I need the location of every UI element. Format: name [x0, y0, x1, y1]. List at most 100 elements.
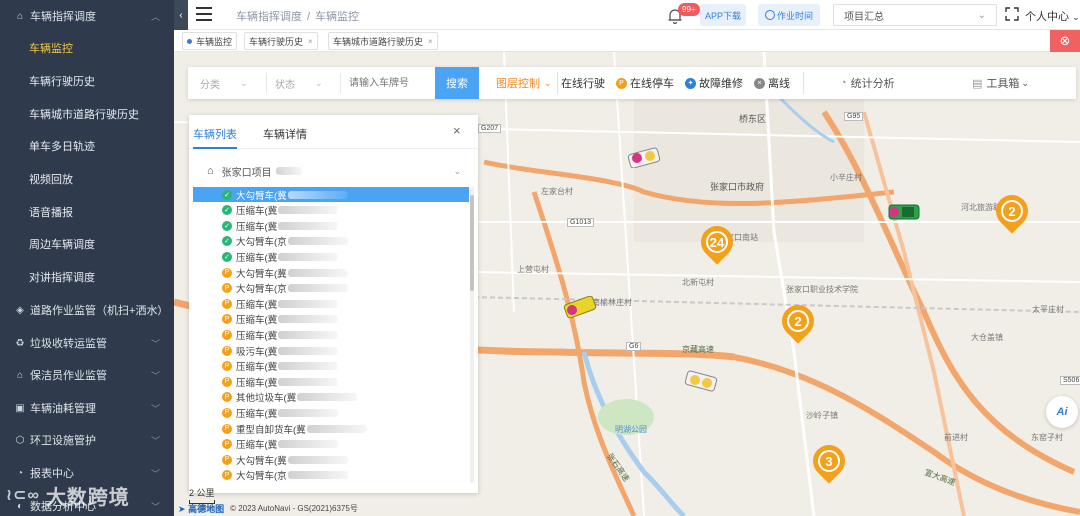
- tab-vehicle-history[interactable]: 车辆行驶历史 ×: [244, 32, 318, 50]
- nav-video-playback[interactable]: 视频回放: [0, 163, 174, 195]
- menu-toggle-icon[interactable]: [196, 7, 212, 21]
- nav-fuel-management[interactable]: ▣ 车辆油耗管理 ﹀: [0, 392, 174, 424]
- parking-icon: P: [222, 283, 232, 294]
- category-select[interactable]: 分类 ⌄: [200, 73, 248, 93]
- vehicle-list-item[interactable]: P 大勾臂车(冀: [193, 452, 469, 467]
- status-select[interactable]: 状态 ⌄: [266, 73, 323, 93]
- vehicle-list-item[interactable]: P 压缩车(冀: [193, 359, 469, 374]
- road-shield: G1013: [567, 218, 595, 227]
- vehicle-list-item[interactable]: ✓ 大勾臂车(京: [193, 234, 469, 249]
- nav-vehicle-history[interactable]: 车辆行驶历史: [0, 65, 174, 97]
- statistics-analysis-button[interactable]: ◔ 统计分析: [840, 75, 895, 91]
- watermark-logo-icon: ≀⊂∞: [6, 487, 40, 504]
- nav-intercom-dispatch[interactable]: 对讲指挥调度: [0, 261, 174, 293]
- user-center-menu[interactable]: 个人中心 ⌄: [1025, 8, 1080, 24]
- status-online-driving[interactable]: 在线行驶: [561, 75, 605, 91]
- status-offline[interactable]: × 离线: [754, 75, 790, 91]
- tree-root-project[interactable]: ⌂ 张家口项目 ⌄: [207, 163, 467, 179]
- close-circle-icon: ⊗: [1059, 33, 1071, 48]
- chevron-down-icon: ⌄: [240, 77, 248, 88]
- nav-facility-care[interactable]: ⬡ 环卫设施管护 ﹀: [0, 424, 174, 456]
- vehicle-list-item[interactable]: P 压缩车(冀: [193, 312, 469, 327]
- status-fault-repair[interactable]: ✦ 故障维修: [685, 75, 743, 91]
- nav-road-work[interactable]: ◈ 道路作业监管（机扫+洒水） ﹀: [0, 294, 174, 326]
- vehicle-marker-icon[interactable]: [562, 296, 598, 318]
- redacted-count: [275, 167, 302, 175]
- breadcrumb-item[interactable]: 车辆指挥调度: [236, 11, 302, 23]
- vehicle-name: 压缩车(冀: [236, 315, 278, 327]
- vehicle-list-item[interactable]: ✓ 大勾臂车(冀: [193, 187, 469, 202]
- vehicle-list-item[interactable]: ✓ 压缩车(冀: [193, 203, 469, 218]
- nav-label: 道路作业监管（机扫+洒水）: [30, 305, 169, 317]
- home-icon: ⌂: [207, 165, 214, 177]
- nav-garbage-transfer[interactable]: ♻ 垃圾收转运监管 ﹀: [0, 327, 174, 359]
- vehicle-list-item[interactable]: ✓ 压缩车(冀: [193, 249, 469, 264]
- scrollbar-thumb[interactable]: [470, 195, 474, 291]
- vehicle-list-item[interactable]: P 大勾臂车(京: [193, 281, 469, 296]
- nav-vehicle-monitor[interactable]: 车辆监控: [0, 32, 174, 64]
- vehicle-name: 大勾臂车(冀: [236, 455, 287, 467]
- map-label: 前进村: [944, 433, 968, 442]
- vehicle-list-item[interactable]: P 压缩车(冀: [193, 327, 469, 342]
- offline-icon: ×: [754, 77, 765, 89]
- vehicle-list-item[interactable]: P 重型自卸货车(冀: [193, 421, 469, 436]
- tab-vehicle-list[interactable]: 车辆列表: [193, 126, 237, 142]
- plate-search-input[interactable]: [340, 73, 434, 93]
- vehicle-marker-icon[interactable]: [683, 370, 719, 392]
- check-icon: ✓: [222, 220, 232, 231]
- nav-nearby-dispatch[interactable]: 周边车辆调度: [0, 228, 174, 260]
- cluster-marker[interactable]: 24: [694, 219, 740, 270]
- vehicle-marker-icon[interactable]: [886, 201, 922, 223]
- vehicle-marker-icon[interactable]: [626, 146, 662, 168]
- nav-voice-broadcast[interactable]: 语音播报: [0, 196, 174, 228]
- vehicle-name: 压缩车(冀: [236, 252, 278, 264]
- tab-vehicle-monitor[interactable]: 车辆监控: [182, 32, 238, 50]
- close-icon[interactable]: ×: [453, 123, 461, 138]
- layer-control-dropdown[interactable]: 图层控制 ⌄: [488, 72, 558, 94]
- close-all-tabs-button[interactable]: ⊗: [1050, 30, 1080, 52]
- tab-close-icon[interactable]: ×: [308, 37, 313, 46]
- vehicle-list-item[interactable]: P 其他垃圾车(冀: [193, 390, 469, 405]
- tab-vehicle-detail[interactable]: 车辆详情: [263, 126, 307, 142]
- fullscreen-icon[interactable]: [1005, 7, 1019, 21]
- cluster-marker[interactable]: 3: [806, 438, 852, 489]
- parking-icon: P: [222, 361, 232, 372]
- nav-cleaner-work[interactable]: ⌂ 保洁员作业监管 ﹀: [0, 359, 174, 391]
- vehicle-list-item[interactable]: ✓ 压缩车(冀: [193, 218, 469, 233]
- tab-city-road-history[interactable]: 车辆城市道路行驶历史 ×: [328, 32, 438, 50]
- vehicle-list-item[interactable]: P 大勾臂车(京: [193, 468, 469, 483]
- sidebar-collapse-button[interactable]: ‹: [174, 0, 188, 30]
- amap-brand-text: 高德地图: [188, 504, 225, 514]
- status-label: 在线行驶: [561, 78, 605, 90]
- vehicle-list-item[interactable]: P 压缩车(冀: [193, 437, 469, 452]
- app-download-button[interactable]: APP下载: [700, 4, 746, 26]
- work-time-button[interactable]: 作业时间: [758, 4, 820, 26]
- layer-control-label: 图层控制: [496, 78, 540, 90]
- search-button[interactable]: 搜索: [435, 67, 479, 99]
- vehicle-list-item[interactable]: P 压缩车(冀: [193, 405, 469, 420]
- toolbox-dropdown[interactable]: ▤ 工具箱 ⌄: [972, 75, 1029, 91]
- list-scrollbar[interactable]: [470, 187, 474, 483]
- project-select[interactable]: 项目汇总 ⌄: [833, 4, 997, 26]
- map-label: 太平庄村: [1032, 305, 1064, 314]
- ai-assistant-button[interactable]: Ai: [1046, 396, 1078, 428]
- redacted-plate: [287, 455, 348, 464]
- cluster-marker[interactable]: 2: [989, 188, 1035, 239]
- tab-close-icon[interactable]: ×: [428, 37, 433, 46]
- chevron-up-icon: ︿: [150, 11, 160, 22]
- nav-multi-day-track[interactable]: 单车多日轨迹: [0, 130, 174, 162]
- nav-label: 车辆城市道路行驶历史: [29, 109, 139, 121]
- vehicle-list-item[interactable]: P 吸污车(冀: [193, 343, 469, 358]
- scale-label: 2 公里: [189, 488, 215, 498]
- parking-icon: P: [222, 454, 232, 465]
- vehicle-list-item[interactable]: P 压缩车(冀: [193, 374, 469, 389]
- divider: [803, 72, 804, 94]
- vehicle-list-item[interactable]: P 压缩车(冀: [193, 296, 469, 311]
- cluster-marker[interactable]: 2: [775, 298, 821, 349]
- vehicle-list-item[interactable]: P 大勾臂车(冀: [193, 265, 469, 280]
- vehicle-name: 重型自卸货车(冀: [236, 424, 306, 436]
- status-online-parked[interactable]: P 在线停车: [616, 75, 674, 91]
- nav-city-road-history[interactable]: 车辆城市道路行驶历史: [0, 98, 174, 130]
- tab-label: 车辆监控: [196, 36, 233, 47]
- nav-vehicle-dispatch[interactable]: ⌂ 车辆指挥调度 ︿: [0, 0, 174, 32]
